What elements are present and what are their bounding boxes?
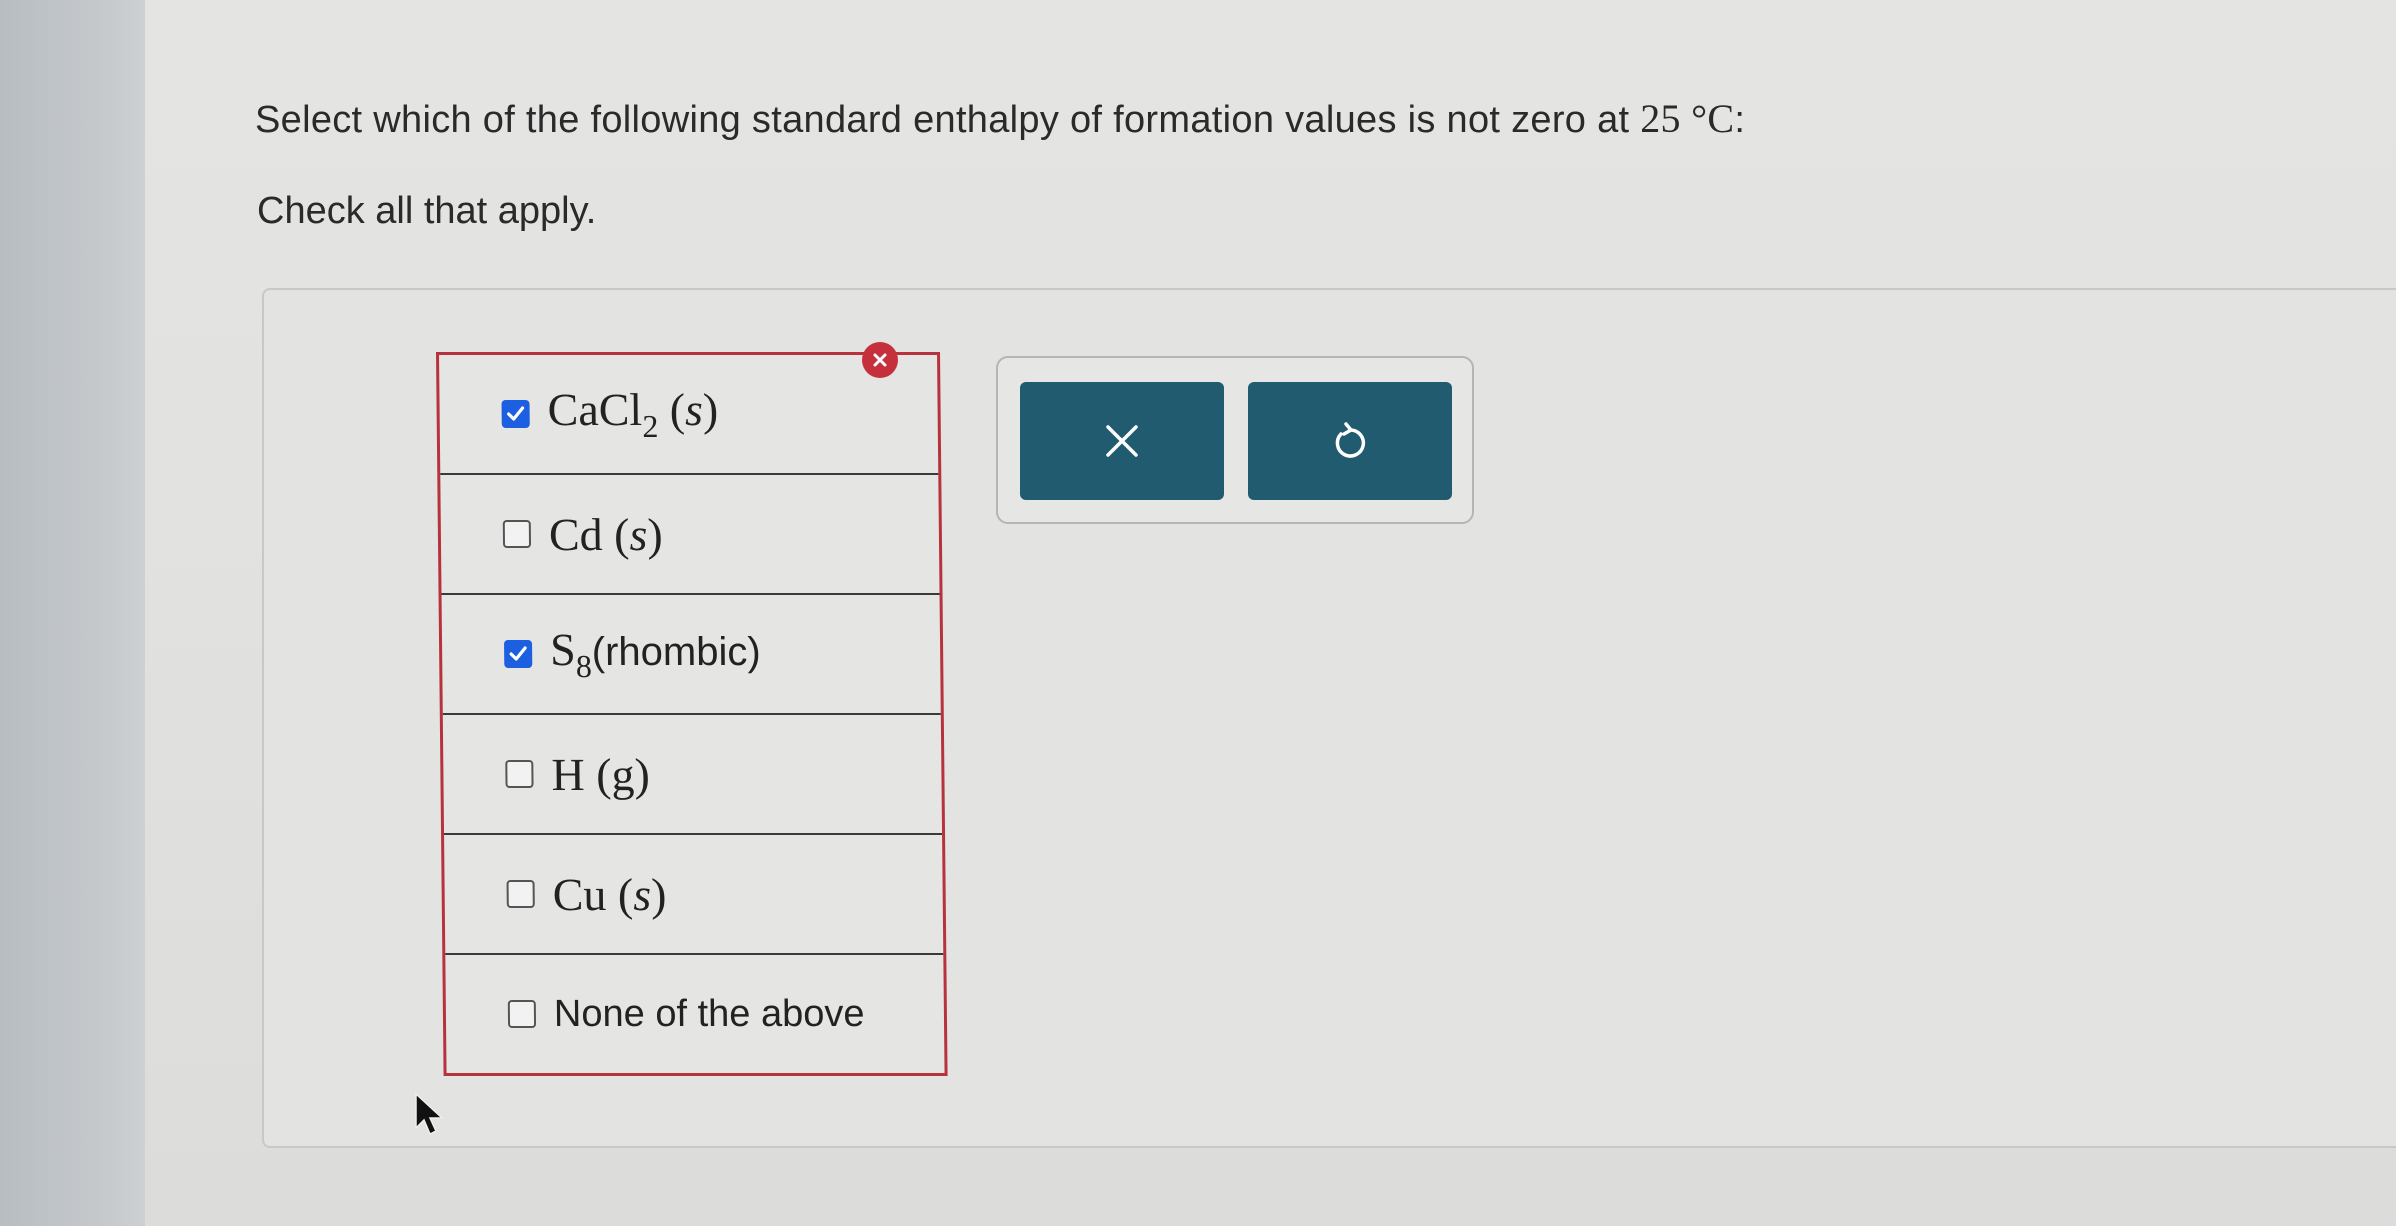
choice-row-cacl2[interactable]: CaCl2 (s) <box>439 355 939 475</box>
formula-subscript: 2 <box>642 408 659 444</box>
x-icon <box>1106 425 1138 457</box>
choice-row-cd[interactable]: Cd (s) <box>440 475 940 595</box>
checkbox-cd[interactable] <box>502 520 532 548</box>
error-close-icon <box>862 342 898 378</box>
question-temperature: 25 °C <box>1640 96 1735 141</box>
formula: H <box>551 748 585 800</box>
choice-label-none: None of the above <box>553 992 865 1035</box>
question-suffix: : <box>1734 99 1746 141</box>
undo-icon <box>1335 422 1366 458</box>
phase: s <box>629 508 648 560</box>
mouse-cursor-icon <box>415 1092 444 1136</box>
checkbox-none[interactable] <box>507 1000 537 1028</box>
undo-button[interactable] <box>1248 382 1452 500</box>
choice-label-cacl2: CaCl2 (s) <box>547 384 719 444</box>
choice-row-s8[interactable]: S8(rhombic) <box>441 595 941 715</box>
choice-label-cd: Cd (s) <box>548 508 663 560</box>
choice-list: CaCl2 (s) Cd (s) S8(rhombic) H (g) Cu (s… <box>436 352 948 1076</box>
phase: rhombic <box>604 630 748 674</box>
phase: s <box>632 868 652 920</box>
choice-label-cu: Cu (s) <box>552 868 667 920</box>
checkbox-h[interactable] <box>505 760 534 788</box>
instruction-text: Check all that apply. <box>257 190 597 232</box>
formula: Cd <box>548 508 603 560</box>
choice-row-none[interactable]: None of the above <box>445 955 944 1073</box>
clear-button[interactable] <box>1020 382 1224 500</box>
question-text: Select which of the following standard e… <box>255 95 1745 142</box>
choice-label-h: H (g) <box>551 748 651 800</box>
checkbox-cacl2[interactable] <box>501 400 530 428</box>
checkmark-icon <box>509 646 527 661</box>
checkbox-cu[interactable] <box>506 880 535 908</box>
answer-toolbar <box>996 356 1474 524</box>
phase: g <box>611 748 635 800</box>
formula: Cu <box>552 868 607 920</box>
choice-row-h[interactable]: H (g) <box>442 715 943 835</box>
formula-subscript: 8 <box>575 648 593 684</box>
choice-row-cu[interactable]: Cu (s) <box>444 835 944 955</box>
checkmark-icon <box>507 406 525 421</box>
checkbox-s8[interactable] <box>504 640 533 668</box>
question-prefix: Select which of the following standard e… <box>255 99 1641 141</box>
choice-label-s8: S8(rhombic) <box>549 624 761 684</box>
formula: S <box>549 624 576 675</box>
phase: s <box>684 384 704 435</box>
formula: CaCl <box>547 384 643 435</box>
